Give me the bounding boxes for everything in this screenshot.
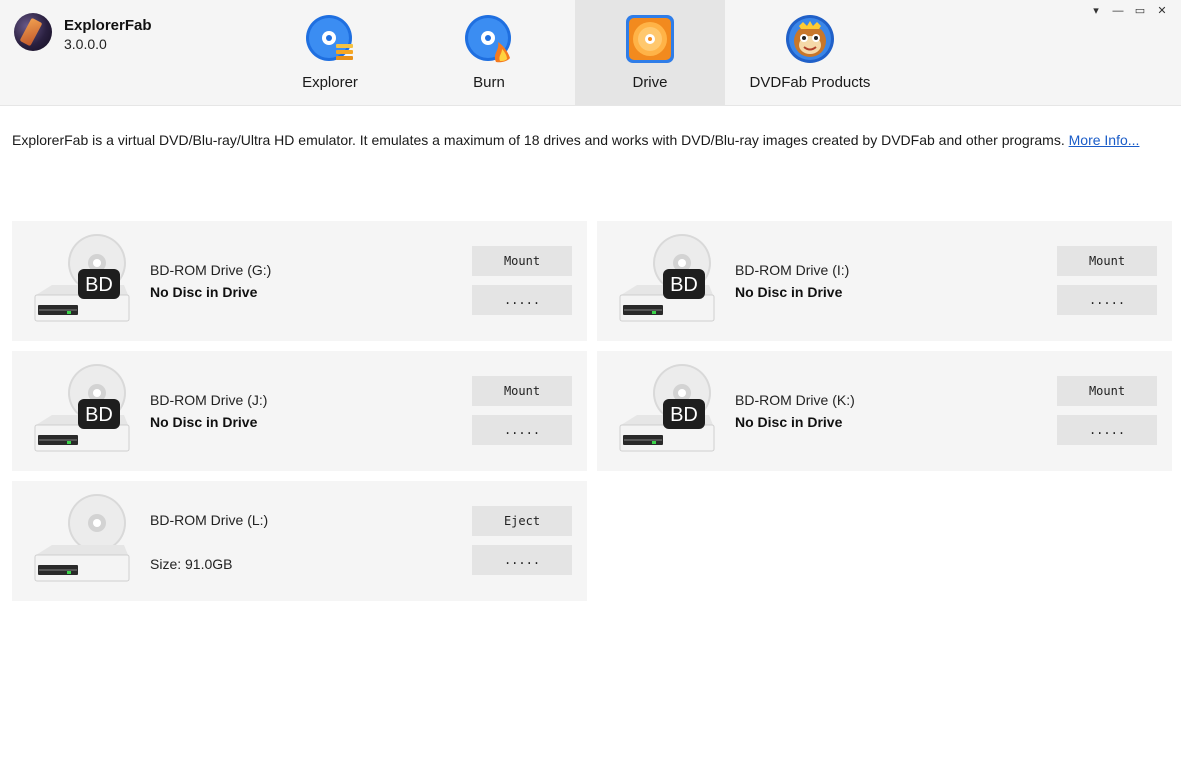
- dvdfab-monkey-icon: [786, 15, 834, 63]
- drive-badge: BD: [85, 274, 113, 296]
- drive-status: No Disc in Drive: [150, 284, 258, 300]
- drive-badge: BD: [670, 274, 698, 296]
- minimize-icon[interactable]: —: [1107, 3, 1129, 19]
- drive-icon: [32, 493, 132, 589]
- more-options-button[interactable]: .....: [1057, 285, 1157, 315]
- bd-drive-icon: BD: [617, 363, 717, 459]
- drive-status: No Disc in Drive: [735, 414, 843, 430]
- mount-button[interactable]: Mount: [1057, 376, 1157, 406]
- drive-status: No Disc in Drive: [735, 284, 843, 300]
- menu-dropdown-icon[interactable]: ▾: [1085, 3, 1107, 19]
- more-options-button[interactable]: .....: [472, 415, 572, 445]
- eject-button[interactable]: Eject: [472, 506, 572, 536]
- app-name: ExplorerFab: [64, 17, 152, 34]
- drive-card-l: BD-ROM Drive (L:) Size: 91.0GB Eject ...…: [12, 481, 587, 601]
- tab-drive[interactable]: Drive: [575, 0, 725, 105]
- more-options-button[interactable]: .....: [1057, 415, 1157, 445]
- top-header: ExplorerFab 3.0.0.0 Explorer Burn Drive …: [0, 0, 1181, 106]
- maximize-icon[interactable]: ▭: [1129, 3, 1151, 19]
- tab-explorer[interactable]: Explorer: [255, 0, 405, 105]
- burn-disc-icon: [465, 15, 511, 63]
- more-options-button[interactable]: .....: [472, 545, 572, 575]
- drive-card-i: BD BD-ROM Drive (I:) No Disc in Drive Mo…: [597, 221, 1172, 341]
- explorer-disc-icon: [306, 15, 353, 61]
- tab-drive-label: Drive: [632, 74, 668, 91]
- drive-status: No Disc in Drive: [150, 414, 258, 430]
- mount-button[interactable]: Mount: [472, 246, 572, 276]
- app-version: 3.0.0.0: [64, 36, 107, 52]
- tab-burn-label: Burn: [473, 74, 505, 91]
- drive-name: BD-ROM Drive (K:): [735, 392, 855, 408]
- drive-name: BD-ROM Drive (I:): [735, 262, 850, 278]
- more-info-link[interactable]: More Info...: [1069, 132, 1140, 148]
- drive-name: BD-ROM Drive (J:): [150, 392, 268, 408]
- bd-drive-icon: BD: [32, 363, 132, 459]
- more-options-button[interactable]: .....: [472, 285, 572, 315]
- tab-burn[interactable]: Burn: [414, 0, 564, 105]
- drive-card-j: BD BD-ROM Drive (J:) No Disc in Drive Mo…: [12, 351, 587, 471]
- drive-card-k: BD BD-ROM Drive (K:) No Disc in Drive Mo…: [597, 351, 1172, 471]
- description-text: ExplorerFab is a virtual DVD/Blu-ray/Ult…: [12, 132, 1069, 148]
- app-description: ExplorerFab is a virtual DVD/Blu-ray/Ult…: [12, 132, 1172, 149]
- window-controls: ▾ — ▭ ✕: [1085, 3, 1173, 19]
- bd-drive-icon: BD: [32, 233, 132, 329]
- drive-size: Size: 91.0GB: [150, 556, 233, 572]
- explorerfab-logo-icon: [14, 13, 52, 51]
- drive-disc-icon: [626, 15, 674, 63]
- tab-explorer-label: Explorer: [302, 74, 358, 91]
- drive-name: BD-ROM Drive (L:): [150, 512, 269, 528]
- tab-dvdfab-products[interactable]: DVDFab Products: [735, 0, 885, 105]
- drive-badge: BD: [670, 404, 698, 426]
- drive-card-g: BD BD-ROM Drive (G:) No Disc in Drive Mo…: [12, 221, 587, 341]
- drive-name: BD-ROM Drive (G:): [150, 262, 272, 278]
- mount-button[interactable]: Mount: [472, 376, 572, 406]
- bd-drive-icon: BD: [617, 233, 717, 329]
- mount-button[interactable]: Mount: [1057, 246, 1157, 276]
- drive-badge: BD: [85, 404, 113, 426]
- close-icon[interactable]: ✕: [1151, 3, 1173, 19]
- tab-dvdfab-products-label: DVDFab Products: [749, 74, 871, 91]
